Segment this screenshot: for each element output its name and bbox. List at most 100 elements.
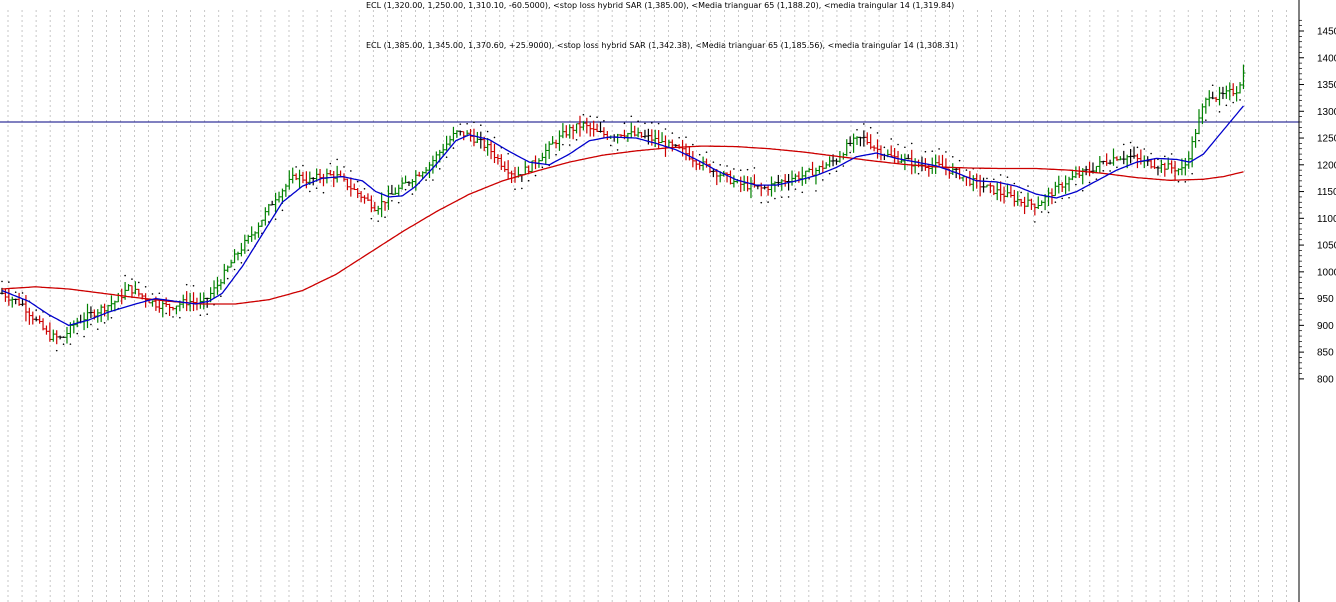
sar-dot [1061,197,1063,200]
sar-dot [1013,182,1016,185]
sar-dot [767,201,769,203]
sar-dot [404,188,407,191]
sar-dot [555,153,557,156]
sar-dot [596,116,598,119]
sar-dot [986,177,988,180]
sar-dot [1068,196,1070,199]
sar-dot [363,187,366,190]
ma-fast-line [1,105,1244,327]
sar-dot [459,123,462,125]
sar-dot [719,164,721,166]
sar-dots [1,84,1241,352]
sar-dot [863,123,865,125]
sar-dot [917,172,920,175]
sar-dot [233,268,236,271]
sar-dot [787,196,790,198]
sar-dot [226,277,229,280]
price-tick-label: 950 [1317,294,1334,305]
sar-dot [828,172,831,175]
sar-dot [739,169,742,171]
sar-dot [445,156,448,159]
sar-dot [466,122,468,125]
sar-dot [794,188,797,190]
sar-dot [199,314,202,316]
price-tick-label: 1100 [1317,214,1336,225]
sar-dot [1129,141,1132,144]
sar-dot [1205,119,1207,121]
sar-dot [575,139,578,141]
sar-dot [473,121,475,124]
price-tick-label: 850 [1317,348,1334,359]
sar-dot [144,285,147,288]
sar-dot [350,170,352,172]
sar-dot [69,343,72,345]
sar-dot [1122,143,1125,146]
sar-dot [138,281,140,284]
sar-dot [432,179,434,181]
price-tick-label: 1150 [1317,187,1336,198]
sar-dot [657,122,660,125]
sar-dot [8,281,10,283]
sar-dot [726,165,728,167]
sar-dot [897,143,899,146]
sar-dot [247,249,250,251]
sar-dot [1143,148,1146,150]
sar-dot [589,115,592,118]
sar-dot [637,120,639,122]
sar-dot [951,155,954,158]
sar-dot [1116,166,1118,169]
sar-dot [329,162,332,165]
sar-dot [562,143,564,146]
sar-dot [965,169,968,171]
sar-dot [172,316,174,318]
sar-dot [644,122,646,125]
price-tick-label: 1300 [1317,107,1336,118]
sar-dot [90,323,92,326]
sar-dot [869,126,872,129]
sar-dot [1102,170,1105,172]
sar-dot [1225,104,1228,107]
sar-dot [993,178,995,181]
sar-dot [1,280,3,283]
sar-dot [1211,84,1214,87]
sar-dot [76,332,79,335]
sar-dot [1047,211,1050,214]
sar-dot [507,152,509,155]
sar-dot [62,343,65,346]
sar-dot [678,136,680,139]
price-tick-label: 1400 [1317,53,1336,64]
sar-dot [425,179,427,181]
sar-dot [397,201,400,204]
sar-dot [384,216,386,219]
price-tick-label: 1250 [1317,134,1336,145]
price-tick-label: 1200 [1317,160,1336,171]
sar-dot [1164,155,1166,158]
sar-dot [938,148,940,150]
sar-dot [1177,180,1180,183]
sar-dot [876,132,879,134]
sar-dot [815,190,817,192]
sar-dot [623,122,626,125]
sar-dot [35,309,37,311]
sar-dot [370,217,373,220]
sar-dot [945,151,947,153]
sar-dot [493,136,496,139]
sar-dot [651,122,653,124]
sar-dot [165,312,167,315]
sar-dot [904,146,906,149]
sar-dot [14,291,17,294]
sar-dot [295,166,297,168]
sar-dot [96,328,99,330]
sar-dot [733,168,735,170]
sar-dot [698,153,701,156]
sar-dot [835,170,838,173]
sar-dot [958,159,961,162]
sar-dot [220,295,222,298]
sar-dot [685,136,687,138]
sar-dot [842,165,845,167]
sar-dot [924,150,927,153]
price-tick-label: 800 [1317,374,1334,385]
sar-dot [514,188,516,191]
sar-dot [274,218,277,220]
sar-dot [1150,152,1152,155]
